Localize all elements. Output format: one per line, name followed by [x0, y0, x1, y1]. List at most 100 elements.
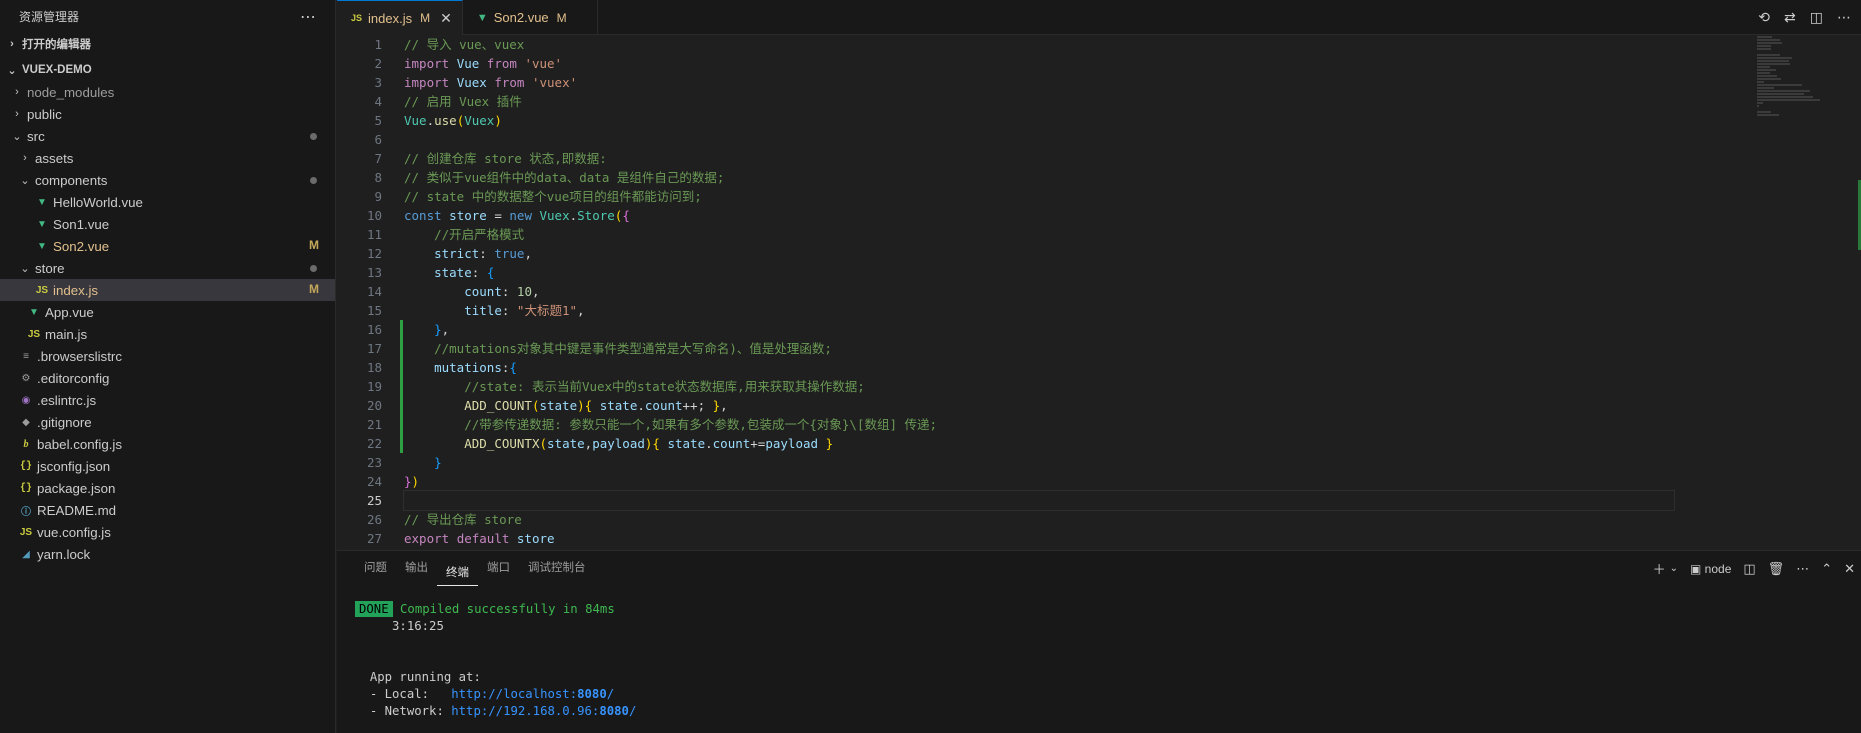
close-icon[interactable]: ✕: [440, 10, 452, 27]
code-line[interactable]: }): [404, 472, 1804, 491]
tab-debug-console[interactable]: 调试控制台: [519, 551, 595, 586]
line-number: 25: [366, 493, 382, 508]
tree-item[interactable]: JS vue.config.js: [0, 521, 335, 543]
tree-item-label: yarn.lock: [37, 546, 91, 562]
tree-item[interactable]: ≡ .browserslistrc: [0, 345, 335, 367]
tree-item[interactable]: › assets: [0, 147, 335, 169]
vue-file-icon: ▼: [476, 11, 488, 24]
code-line[interactable]: //带参传递数据: 参数只能一个,如果有多个参数,包装成一个{对象}\[数组] …: [404, 415, 1804, 434]
code-line[interactable]: //开启严格模式: [404, 225, 1804, 244]
code-token: (: [539, 436, 548, 451]
tree-item[interactable]: ▼ HelloWorld.vue: [0, 191, 335, 213]
tab-label: Son2.vue: [493, 10, 549, 25]
code-line[interactable]: title: "大标题1",: [404, 301, 1804, 320]
code-area[interactable]: // 导入 vue、vuex import Vue from 'vue' impor…: [403, 35, 1804, 548]
more-actions-icon[interactable]: ⋯: [300, 7, 317, 27]
local-url-link[interactable]: http://localhost:8080/: [451, 687, 614, 701]
new-terminal-icon[interactable]: ＋: [1653, 559, 1666, 578]
network-url-link[interactable]: http://192.168.0.96:8080/: [451, 704, 636, 718]
chevron-down-icon[interactable]: ⌄: [1670, 563, 1678, 574]
tree-item[interactable]: ▼ App.vue: [0, 301, 335, 323]
more-actions-icon[interactable]: ⋯: [1837, 9, 1851, 26]
tree-item[interactable]: ▼ Son2.vue M: [0, 235, 335, 257]
tree-item[interactable]: ⚙ .editorconfig: [0, 367, 335, 389]
code-line[interactable]: export default store: [404, 529, 1804, 548]
open-editors-section[interactable]: › 打开的编辑器: [0, 33, 335, 55]
tree-item[interactable]: ▼ Son1.vue: [0, 213, 335, 235]
tree-item[interactable]: JS index.js M: [0, 279, 335, 301]
code-line[interactable]: },: [404, 320, 1804, 339]
code-line[interactable]: Vue.use(Vuex): [404, 111, 1804, 130]
tree-item[interactable]: b babel.config.js: [0, 433, 335, 455]
close-icon[interactable]: ✕: [1844, 561, 1855, 577]
js-file-icon: JS: [19, 526, 33, 538]
tree-item[interactable]: JS main.js: [0, 323, 335, 345]
code-line[interactable]: import Vue from 'vue': [404, 54, 1804, 73]
split-terminal-icon[interactable]: ◫: [1743, 561, 1755, 577]
code-line[interactable]: //state: 表示当前Vuex中的state状态数据库,用来获取其操作数据;: [404, 377, 1804, 396]
tab-ports[interactable]: 端口: [478, 551, 519, 586]
code-line[interactable]: state: {: [404, 263, 1804, 282]
tab-output[interactable]: 输出: [396, 551, 437, 586]
code-token: Vuex: [539, 208, 570, 223]
terminal-output[interactable]: DONE Compiled successfully in 84ms 3:16:…: [355, 601, 636, 720]
tree-item[interactable]: ⌄ components: [0, 169, 335, 191]
tree-item[interactable]: ⌄ src: [0, 125, 335, 147]
maximize-panel-icon[interactable]: ⌃: [1821, 561, 1832, 577]
tree-item[interactable]: ◉ .eslintrc.js: [0, 389, 335, 411]
code-line[interactable]: const store = new Vuex.Store({: [404, 206, 1804, 225]
more-actions-icon[interactable]: ⋯: [1796, 561, 1809, 577]
tree-item[interactable]: › node_modules: [0, 81, 335, 103]
line-number: 11: [366, 227, 382, 242]
tree-item[interactable]: ◆ .gitignore: [0, 411, 335, 433]
tree-item[interactable]: {} jsconfig.json: [0, 455, 335, 477]
tab-son2-vue[interactable]: ▼ Son2.vue M: [463, 0, 598, 35]
tab-label: index.js: [368, 10, 413, 26]
terminal-selector[interactable]: ▣ node: [1690, 562, 1731, 576]
code-editor[interactable]: 1 2 3 4 5 6 7 8 9 10 11 12 13 14 15 16 17 18 19 20 21 22 23 24 2…: [337, 35, 1861, 550]
tree-item-label: package.json: [37, 480, 116, 496]
done-badge: DONE: [355, 601, 393, 617]
code-line[interactable]: // 导出仓库 store: [404, 510, 1804, 529]
code-line[interactable]: mutations:{: [404, 358, 1804, 377]
line-number: 9: [374, 189, 382, 204]
code-line[interactable]: //mutations对象其中键是事件类型通常是大写命名)、值是处理函数;: [404, 339, 1804, 358]
timeline-icon[interactable]: ⟲: [1758, 9, 1770, 26]
split-editor-icon[interactable]: ◫: [1810, 9, 1823, 26]
gear-icon: ⚙: [21, 372, 31, 384]
project-section[interactable]: ⌄ VUEX-DEMO: [0, 59, 335, 81]
code-line[interactable]: [403, 490, 1675, 511]
tree-item[interactable]: ⌄ store: [0, 257, 335, 279]
code-token: title: [464, 303, 502, 318]
tab-problems[interactable]: 问题: [355, 551, 396, 586]
tree-item[interactable]: ⓘ README.md: [0, 499, 335, 521]
code-line[interactable]: // 类似于vue组件中的data、data 是组件自己的数据;: [404, 168, 1804, 187]
code-token: :: [479, 246, 495, 261]
code-line[interactable]: // state 中的数据整个vue项目的组件都能访问到;: [404, 187, 1804, 206]
tree-item[interactable]: {} package.json: [0, 477, 335, 499]
tab-terminal[interactable]: 终端: [437, 560, 478, 586]
tree-item[interactable]: › public: [0, 103, 335, 125]
code-line[interactable]: import Vuex from 'vuex': [404, 73, 1804, 92]
tree-item-label: .gitignore: [37, 414, 92, 430]
minimap-line: [1757, 111, 1772, 113]
trash-icon[interactable]: 🗑: [1768, 561, 1785, 577]
tab-index-js[interactable]: JS index.js M ✕: [337, 0, 463, 35]
code-token: +=: [750, 436, 766, 451]
compare-changes-icon[interactable]: ⇄: [1784, 9, 1796, 26]
code-line[interactable]: }: [404, 453, 1804, 472]
code-line[interactable]: // 创建仓库 store 状态,即数据:: [404, 149, 1804, 168]
minimap[interactable]: [1751, 35, 1861, 550]
code-line[interactable]: strict: true,: [404, 244, 1804, 263]
code-line[interactable]: ADD_COUNT(state){ state.count++; },: [404, 396, 1804, 415]
code-line[interactable]: ADD_COUNTX(state,payload){ state.count+=…: [404, 434, 1804, 453]
tree-item[interactable]: ◢ yarn.lock: [0, 543, 335, 565]
code-line[interactable]: count: 10,: [404, 282, 1804, 301]
code-line[interactable]: // 导入 vue、vuex: [404, 35, 1804, 54]
code-token: "大标题1": [516, 303, 577, 318]
code-line[interactable]: [404, 130, 1804, 149]
code-line[interactable]: // 启用 Vuex 插件: [404, 92, 1804, 111]
